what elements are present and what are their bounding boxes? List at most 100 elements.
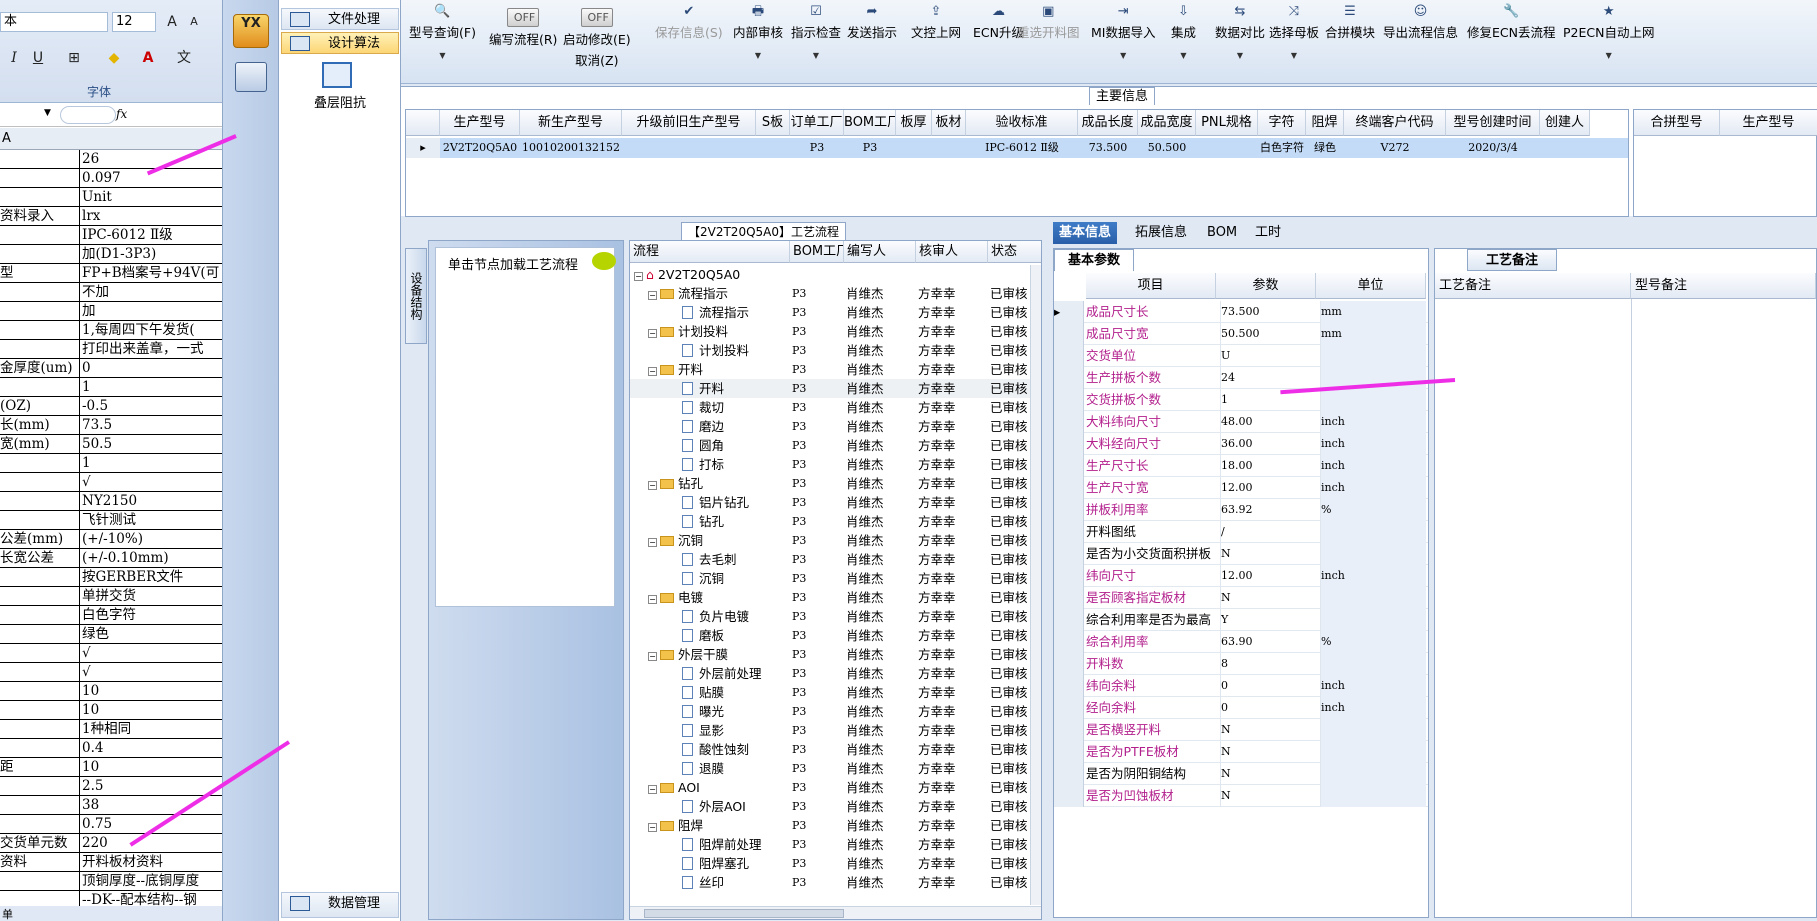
- chevron-down-icon[interactable]: ▼: [791, 51, 841, 60]
- cell-a[interactable]: [0, 701, 80, 719]
- param-row[interactable]: 是否为PTFE板材 N: [1054, 741, 1428, 763]
- main-cell[interactable]: [756, 138, 790, 158]
- excel-row[interactable]: √: [0, 473, 222, 492]
- param-row[interactable]: 交货拼板个数 1: [1054, 389, 1428, 411]
- main-col-header[interactable]: 板材: [932, 110, 966, 136]
- tree-node[interactable]: 流程指示 P3 肖维杰 方幸幸 已审核: [630, 303, 1030, 322]
- param-value[interactable]: 24: [1220, 367, 1316, 389]
- cell-a[interactable]: 资料: [0, 853, 80, 871]
- process-col-flow[interactable]: 流程: [630, 241, 790, 263]
- cell-b[interactable]: 白色字符: [82, 606, 222, 624]
- font-name-select[interactable]: 本: [0, 12, 108, 32]
- main-col-header[interactable]: 成品长度: [1078, 110, 1138, 136]
- main-cell[interactable]: [1196, 138, 1258, 158]
- param-unit[interactable]: mm: [1320, 301, 1426, 323]
- excel-row[interactable]: 1种相同: [0, 720, 222, 739]
- main-cell[interactable]: 白色字符: [1258, 138, 1306, 158]
- tree-node[interactable]: 磨边 P3 肖维杰 方幸幸 已审核: [630, 417, 1030, 436]
- nav-item-data-management[interactable]: 数据管理: [281, 892, 399, 918]
- grow-font-icon[interactable]: A: [162, 12, 182, 32]
- toolbar-button-16[interactable]: 🔧 修复ECN丢流程: [1467, 4, 1555, 80]
- main-col-header[interactable]: 新生产型号: [520, 110, 622, 136]
- tree-node[interactable]: 钻孔 P3 肖维杰 方幸幸 已审核: [630, 512, 1030, 531]
- cell-b[interactable]: 0: [82, 359, 222, 377]
- excel-row[interactable]: 长宽公差 (+/-0.10mm): [0, 549, 222, 568]
- main-cell[interactable]: 73.500: [1078, 138, 1138, 158]
- cell-a[interactable]: [0, 872, 80, 890]
- cell-a[interactable]: [0, 815, 80, 833]
- excel-row[interactable]: √: [0, 644, 222, 663]
- main-cell[interactable]: IPC-6012 Ⅱ级: [966, 138, 1078, 158]
- param-value[interactable]: 8: [1220, 653, 1316, 675]
- param-row[interactable]: 成品尺寸宽 50.500 mm: [1054, 323, 1428, 345]
- param-value[interactable]: 73.500: [1220, 301, 1316, 323]
- formula-bar[interactable]: ▼ fx: [0, 105, 222, 127]
- param-value[interactable]: N: [1220, 587, 1316, 609]
- collapse-icon[interactable]: −: [648, 538, 657, 547]
- cell-a[interactable]: [0, 378, 80, 396]
- tree-root[interactable]: − ⌂ 2V2T20Q5A0: [630, 265, 1030, 284]
- chevron-down-icon[interactable]: ▼: [1215, 51, 1265, 60]
- excel-row[interactable]: 绿色: [0, 625, 222, 644]
- param-unit[interactable]: [1320, 521, 1426, 543]
- param-row[interactable]: 是否为阴阳铜结构 N: [1054, 763, 1428, 785]
- excel-row[interactable]: √: [0, 663, 222, 682]
- cell-a[interactable]: [0, 777, 80, 795]
- toggle-switch[interactable]: OFF: [580, 8, 613, 27]
- cell-a[interactable]: [0, 663, 80, 681]
- cell-a[interactable]: 金厚度(um): [0, 359, 80, 377]
- cell-b[interactable]: -0.5: [82, 397, 222, 415]
- param-row[interactable]: 大料纬向尺寸 48.00 inch: [1054, 411, 1428, 433]
- cell-b[interactable]: 1: [82, 378, 222, 396]
- param-row[interactable]: 交货单位 U: [1054, 345, 1428, 367]
- phonetic-icon[interactable]: 文: [174, 48, 194, 68]
- cell-a[interactable]: [0, 606, 80, 624]
- chevron-down-icon[interactable]: ▼: [44, 108, 51, 118]
- param-unit[interactable]: [1320, 609, 1426, 631]
- sheet-tab[interactable]: 单: [2, 906, 13, 921]
- toolbar-sublabel[interactable]: 取消(Z): [563, 50, 631, 69]
- cell-b[interactable]: 1种相同: [82, 720, 222, 738]
- param-unit[interactable]: [1320, 543, 1426, 565]
- main-col-header[interactable]: 板厚: [896, 110, 932, 136]
- excel-row[interactable]: 1: [0, 454, 222, 473]
- main-cell[interactable]: P3: [844, 138, 896, 158]
- excel-row[interactable]: 交货单元数 220: [0, 834, 222, 853]
- tab-equipment-structure[interactable]: 设备结构: [405, 248, 427, 344]
- italic-icon[interactable]: I: [4, 48, 24, 68]
- collapse-icon[interactable]: −: [648, 367, 657, 376]
- underline-icon[interactable]: U: [28, 48, 48, 68]
- toolbar-button-11[interactable]: ⇩ 集成 ▼: [1171, 4, 1196, 80]
- cell-a[interactable]: [0, 454, 80, 472]
- nav-item-file-processing[interactable]: 文件处理: [281, 8, 399, 30]
- fill-color-icon[interactable]: ◆: [104, 48, 124, 68]
- excel-row[interactable]: 飞针测试: [0, 511, 222, 530]
- merge-production-model-header[interactable]: 生产型号: [1720, 110, 1817, 136]
- tree-node[interactable]: 裁切 P3 肖维杰 方幸幸 已审核: [630, 398, 1030, 417]
- excel-row[interactable]: 10: [0, 682, 222, 701]
- excel-row[interactable]: 距 10: [0, 758, 222, 777]
- main-col-header[interactable]: 验收标准: [966, 110, 1078, 136]
- param-row[interactable]: 是否为凹蚀板材 N: [1054, 785, 1428, 807]
- tree-node[interactable]: 退膜 P3 肖维杰 方幸幸 已审核: [630, 759, 1030, 778]
- param-row[interactable]: 经向余料 0 inch: [1054, 697, 1428, 719]
- param-value[interactable]: 0: [1220, 697, 1316, 719]
- param-unit[interactable]: inch: [1320, 455, 1426, 477]
- toolbar-button-2[interactable]: OFF 启动修改(E) 取消(Z): [563, 4, 631, 80]
- column-a-header[interactable]: A: [2, 131, 11, 146]
- param-value[interactable]: 36.00: [1220, 433, 1316, 455]
- cell-a[interactable]: [0, 321, 80, 339]
- tree-node[interactable]: − 流程指示 P3 肖维杰 方幸幸 已审核: [630, 284, 1030, 303]
- param-row[interactable]: 是否为小交货面积拼板 N: [1054, 543, 1428, 565]
- param-unit[interactable]: %: [1320, 499, 1426, 521]
- cell-a[interactable]: [0, 720, 80, 738]
- param-value[interactable]: U: [1220, 345, 1316, 367]
- font-color-icon[interactable]: A: [138, 48, 158, 68]
- cell-a[interactable]: [0, 188, 80, 206]
- excel-row[interactable]: (OZ) -0.5: [0, 397, 222, 416]
- cell-a[interactable]: 距: [0, 758, 80, 776]
- tree-node[interactable]: 曝光 P3 肖维杰 方幸幸 已审核: [630, 702, 1030, 721]
- excel-row[interactable]: 1: [0, 378, 222, 397]
- excel-row[interactable]: NY2150: [0, 492, 222, 511]
- cell-b[interactable]: 打印出来盖章，一式: [82, 340, 222, 358]
